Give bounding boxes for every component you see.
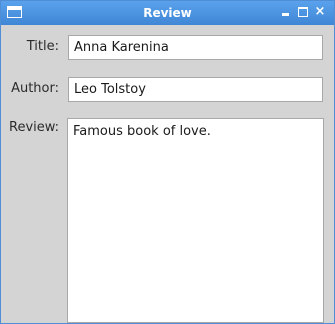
author-label: Author:: [11, 81, 59, 96]
close-icon[interactable]: ×: [314, 5, 326, 18]
title-label: Title:: [26, 39, 59, 54]
title-bar[interactable]: Review ×: [1, 1, 334, 25]
review-window: Review × Title: Author: Review: Famous b…: [0, 0, 335, 324]
maximize-icon[interactable]: [297, 6, 309, 18]
title-input[interactable]: [68, 35, 323, 60]
review-textarea[interactable]: Famous book of love.: [67, 118, 324, 323]
minimize-icon[interactable]: [280, 6, 292, 18]
review-label: Review:: [9, 120, 60, 135]
author-input[interactable]: [68, 77, 323, 102]
